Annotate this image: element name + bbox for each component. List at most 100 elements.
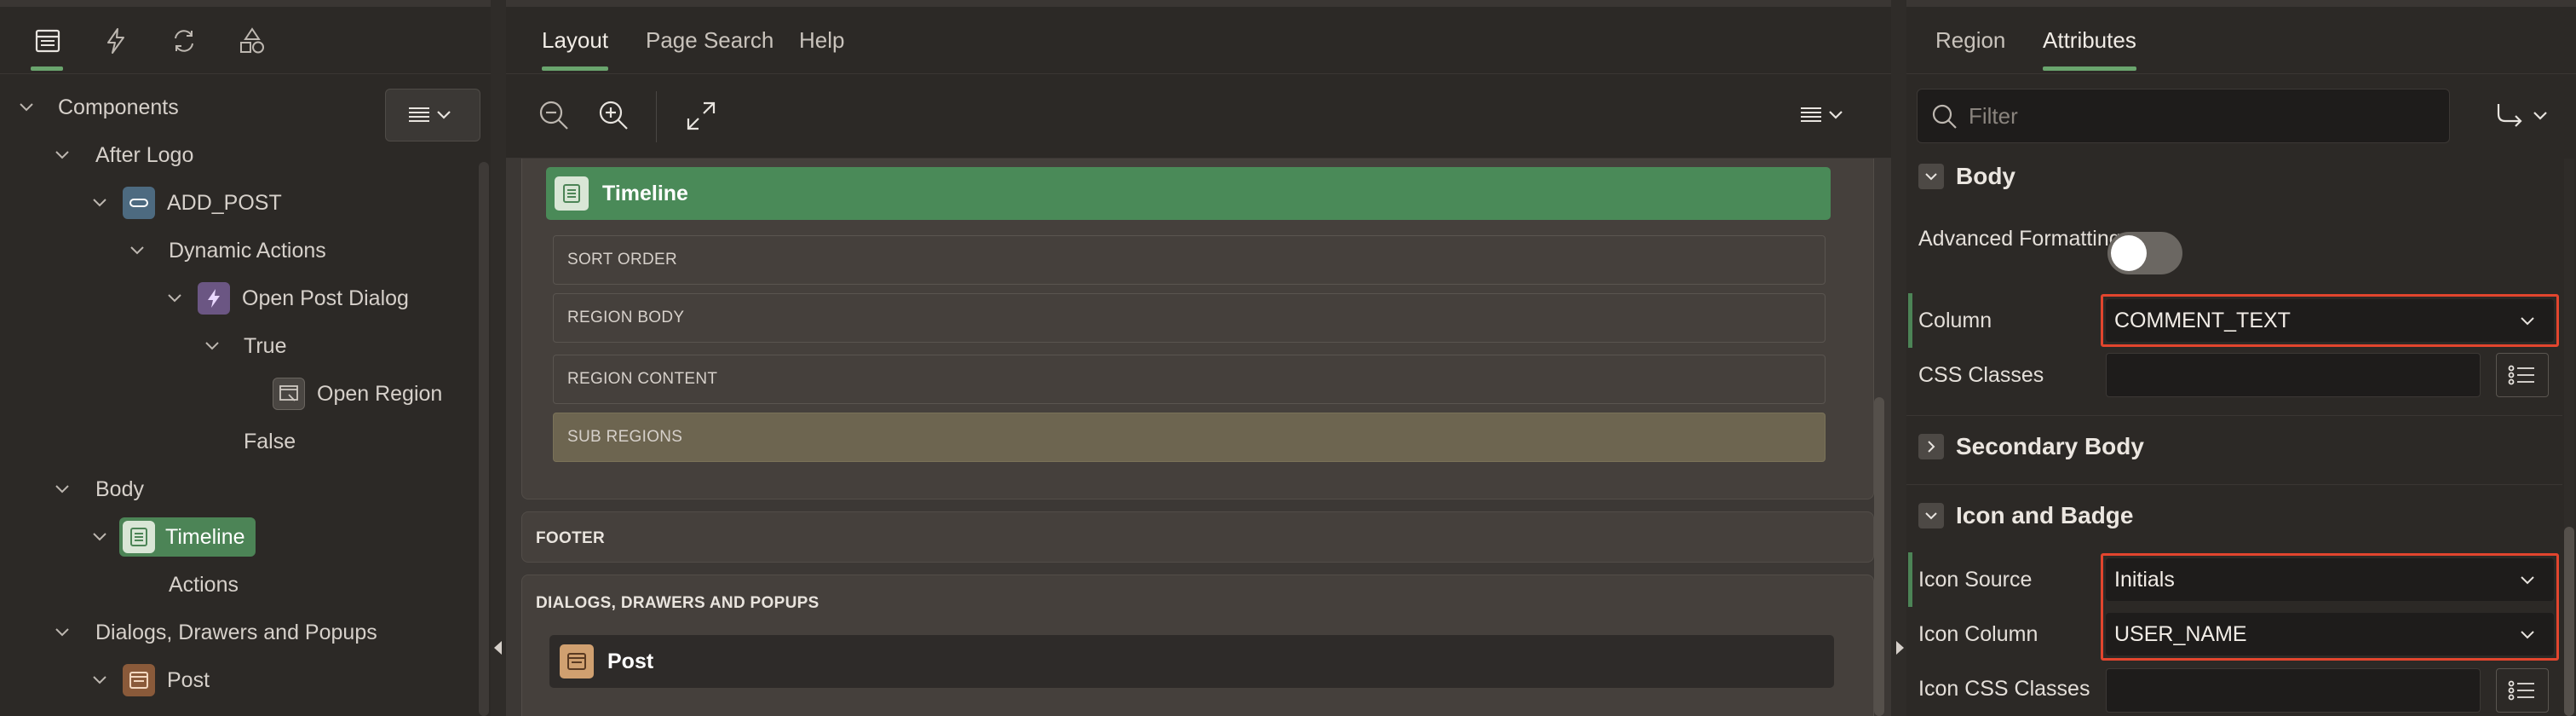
icon-css-classes-input[interactable] bbox=[2106, 668, 2481, 713]
center-header: Layout Page Search Help bbox=[506, 0, 1891, 73]
tree-node-after-logo[interactable]: After Logo bbox=[53, 131, 193, 179]
scrollbar-thumb[interactable] bbox=[2564, 527, 2574, 716]
chevron-down-icon bbox=[55, 628, 69, 637]
tree-node-open-region[interactable]: Open Region bbox=[273, 370, 442, 418]
tree-node-label: Timeline bbox=[165, 524, 245, 549]
tree-node-label: ADD_POST bbox=[167, 190, 282, 215]
tree-node-dialogs[interactable]: Dialogs, Drawers and Popups bbox=[53, 609, 377, 656]
layout-menu-icon[interactable] bbox=[1797, 96, 1849, 136]
tree-node-label: Components bbox=[58, 95, 179, 119]
rendering-icon bbox=[35, 29, 60, 53]
active-tab-indicator bbox=[2043, 66, 2136, 71]
zoom-in-icon[interactable] bbox=[595, 96, 634, 136]
prop-label-advanced-formatting: Advanced Formatting bbox=[1918, 227, 2121, 251]
tree-node-open-post-dialog[interactable]: Open Post Dialog bbox=[165, 274, 409, 322]
tree-node-dynamic-actions[interactable]: Dynamic Actions bbox=[128, 227, 326, 274]
chevron-down-icon bbox=[93, 533, 106, 541]
slot-region-body[interactable]: REGION BODY bbox=[553, 293, 1826, 343]
tree-node-actions[interactable]: Actions bbox=[169, 561, 239, 609]
css-classes-input[interactable] bbox=[2106, 353, 2481, 397]
slot-sort-order[interactable]: SORT ORDER bbox=[553, 235, 1826, 285]
list-icon bbox=[2508, 365, 2534, 385]
chevron-down-icon bbox=[20, 103, 33, 112]
go-to-group-button[interactable] bbox=[2486, 94, 2562, 138]
rendering-tab[interactable] bbox=[31, 24, 65, 58]
go-to-group-icon bbox=[2497, 104, 2547, 127]
canvas-scrollbar[interactable] bbox=[1874, 397, 1884, 716]
tree-menu-button[interactable] bbox=[385, 89, 480, 141]
filter-placeholder: Filter bbox=[1969, 102, 2018, 129]
region-icon bbox=[555, 176, 589, 211]
tab-attributes[interactable]: Attributes bbox=[2043, 27, 2136, 54]
dialog-region-icon bbox=[123, 664, 155, 696]
highlight-box bbox=[2101, 294, 2559, 347]
expand-icon[interactable] bbox=[681, 96, 721, 136]
dynamic-actions-tab[interactable] bbox=[99, 24, 133, 58]
zoom-out-icon[interactable] bbox=[535, 96, 574, 136]
menu-icon bbox=[409, 107, 451, 122]
list-icon bbox=[2508, 680, 2534, 701]
tree-node-add-post[interactable]: ADD_POST bbox=[90, 179, 282, 227]
layout-toolbar bbox=[506, 73, 1891, 159]
group-title: Body bbox=[1956, 162, 2015, 189]
shapes-icon bbox=[240, 27, 264, 54]
lightning-icon bbox=[107, 28, 124, 54]
chevron-down-icon bbox=[55, 151, 69, 159]
timeline-region[interactable]: Timeline bbox=[546, 167, 1831, 220]
active-property-indicator bbox=[1908, 552, 1912, 607]
region-title: Timeline bbox=[602, 181, 688, 205]
chevron-down-icon bbox=[130, 246, 144, 255]
filter-input[interactable]: Filter bbox=[1917, 89, 2450, 143]
open-region-icon bbox=[273, 378, 305, 410]
divider bbox=[1906, 73, 2576, 74]
layout-canvas: Timeline SORT ORDER REGION BODY REGION C… bbox=[506, 159, 1891, 716]
icon-css-classes-picker-button[interactable] bbox=[2496, 668, 2549, 713]
tab-region[interactable]: Region bbox=[1935, 27, 2005, 54]
selected-node[interactable]: Timeline bbox=[119, 517, 256, 557]
tree-node-label: Actions bbox=[169, 572, 239, 597]
tree-node-timeline[interactable]: Timeline bbox=[90, 513, 256, 561]
tree-node-body[interactable]: Body bbox=[53, 465, 144, 513]
prop-label-css-classes: CSS Classes bbox=[1918, 363, 2044, 387]
group-secondary-body[interactable]: Secondary Body bbox=[1906, 415, 2562, 476]
tree-node-post[interactable]: Post bbox=[90, 656, 210, 704]
tree-node-label: False bbox=[244, 429, 296, 453]
prop-label-column: Column bbox=[1918, 309, 1992, 332]
section-title: DIALOGS, DRAWERS AND POPUPS bbox=[536, 594, 819, 612]
group-body[interactable]: Body bbox=[1906, 159, 2562, 206]
highlight-box bbox=[2101, 553, 2559, 661]
tree-node-components[interactable]: Components bbox=[17, 84, 179, 131]
footer-section[interactable]: FOOTER bbox=[521, 511, 1874, 563]
css-classes-picker-button[interactable] bbox=[2496, 353, 2549, 397]
toolbar-divider bbox=[656, 91, 657, 142]
group-icon-and-badge[interactable]: Icon and Badge bbox=[1906, 484, 2562, 546]
dialogs-section[interactable]: DIALOGS, DRAWERS AND POPUPS Post bbox=[521, 575, 1874, 716]
slot-region-content[interactable]: REGION CONTENT bbox=[553, 355, 1826, 404]
property-scrollbar[interactable] bbox=[2564, 159, 2574, 716]
active-tab-indicator bbox=[542, 66, 608, 71]
right-splitter[interactable] bbox=[1891, 0, 1906, 716]
region-icon bbox=[123, 521, 155, 553]
property-list: Body Advanced Formatting Column COMMENT_… bbox=[1906, 159, 2562, 716]
slot-sub-regions[interactable]: SUB REGIONS bbox=[553, 413, 1826, 462]
chevron-down-icon bbox=[168, 294, 181, 303]
processing-tab[interactable] bbox=[167, 24, 201, 58]
left-splitter[interactable] bbox=[491, 0, 506, 716]
collapse-right-icon[interactable] bbox=[1896, 641, 1904, 655]
top-strip bbox=[1906, 0, 2576, 7]
tab-page-search[interactable]: Page Search bbox=[646, 27, 773, 54]
dialog-region-icon bbox=[560, 644, 594, 678]
tree-node-label: Post bbox=[167, 667, 210, 692]
tree-node-label: Dialogs, Drawers and Popups bbox=[95, 620, 377, 644]
advanced-formatting-toggle[interactable] bbox=[2107, 232, 2182, 274]
collapse-icon bbox=[1918, 502, 1944, 528]
post-region[interactable]: Post bbox=[549, 635, 1834, 688]
tree-scrollbar[interactable] bbox=[479, 162, 489, 716]
shared-components-tab[interactable] bbox=[235, 24, 269, 58]
collapse-left-icon[interactable] bbox=[494, 641, 502, 655]
tab-help[interactable]: Help bbox=[799, 27, 844, 54]
tree-node-false[interactable]: False bbox=[244, 418, 296, 465]
tree-node-true[interactable]: True bbox=[203, 322, 286, 370]
tab-layout[interactable]: Layout bbox=[542, 27, 608, 54]
lightning-icon bbox=[198, 282, 230, 315]
